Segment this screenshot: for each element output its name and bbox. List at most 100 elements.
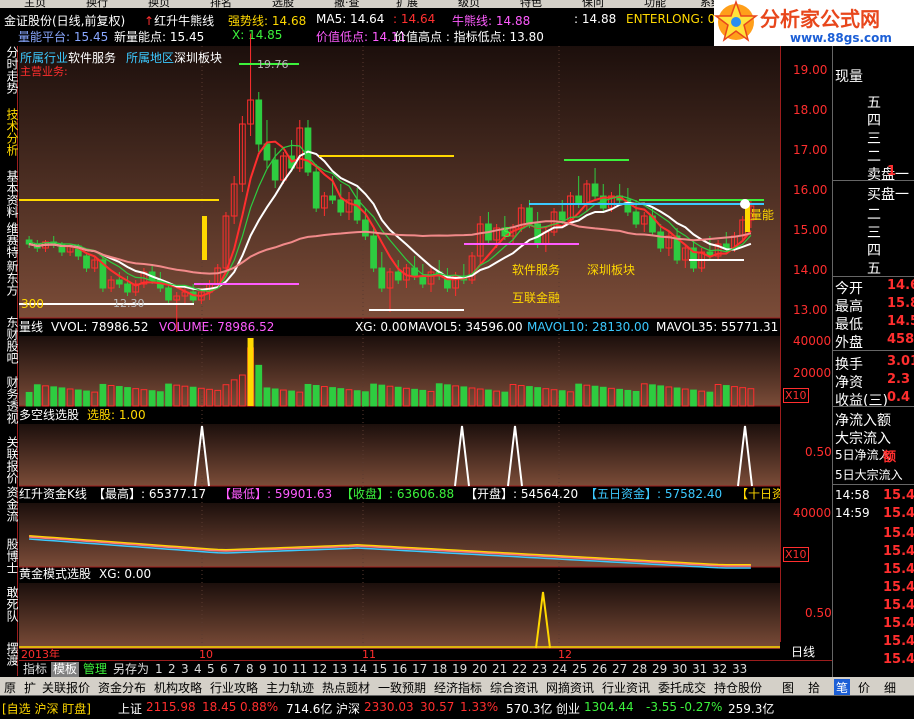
tab-number-13[interactable]: 13: [330, 662, 349, 677]
menu-item[interactable]: 选股: [272, 0, 294, 8]
main-business-tag[interactable]: 主营业务:: [20, 63, 68, 79]
link-18[interactable]: 笔: [834, 679, 851, 696]
nav-item-5[interactable]: 新东方: [0, 260, 19, 296]
menu-item[interactable]: 换行: [86, 0, 108, 8]
link-7[interactable]: 主力轨迹: [266, 679, 314, 696]
quote-label: 外盘: [835, 335, 863, 351]
volume-bar: [485, 389, 492, 407]
link-13[interactable]: 行业资讯: [602, 679, 650, 696]
link-6[interactable]: 行业攻略: [210, 679, 258, 696]
tab-number-2[interactable]: 2: [166, 662, 178, 677]
tab-indicator[interactable]: 指标: [21, 662, 49, 677]
tab-number-21[interactable]: 21: [490, 662, 509, 677]
tab-number-12[interactable]: 12: [310, 662, 329, 677]
volume-bar: [460, 386, 468, 407]
tab-number-8[interactable]: 8: [244, 662, 256, 677]
tab-number-17[interactable]: 17: [410, 662, 429, 677]
tab-save-as[interactable]: 另存为: [111, 662, 151, 677]
tab-number-18[interactable]: 18: [430, 662, 449, 677]
menu-item[interactable]: 保问: [582, 0, 604, 8]
nav-item-10[interactable]: 股博士: [0, 538, 19, 574]
menu-item[interactable]: 扩展: [396, 0, 418, 8]
menu-item[interactable]: 功能: [644, 0, 666, 8]
link-12[interactable]: 网摘资讯: [546, 679, 594, 696]
tab-number-3[interactable]: 3: [179, 662, 191, 677]
tab-number-24[interactable]: 24: [550, 662, 569, 677]
tab-number-11[interactable]: 11: [290, 662, 309, 677]
watchlist-tabs[interactable]: [自选 沪深 盯盘]: [2, 700, 91, 717]
menu-item[interactable]: 排名: [210, 0, 232, 8]
tab-number-9[interactable]: 9: [257, 662, 269, 677]
tab-template[interactable]: 模板: [51, 662, 80, 677]
link-17[interactable]: 拾: [808, 679, 820, 696]
menu-item[interactable]: 主页: [24, 0, 46, 8]
link-5[interactable]: 机构攻略: [154, 679, 202, 696]
link-3[interactable]: 关联报价: [42, 679, 90, 696]
tab-number-26[interactable]: 26: [590, 662, 609, 677]
quote-value: 14.5: [887, 314, 914, 329]
tab-number-30[interactable]: 30: [670, 662, 689, 677]
tab-number-23[interactable]: 23: [530, 662, 549, 677]
quote-value: 15.4: [883, 580, 914, 595]
sector-annotation-fintech: 互联金融: [512, 290, 560, 305]
cy-index-label: 创业: [556, 702, 581, 716]
fund-kline-panel[interactable]: [19, 503, 780, 567]
tab-number-31[interactable]: 31: [690, 662, 709, 677]
menu-item[interactable]: 特色: [520, 0, 542, 8]
quote-label: 二: [867, 149, 881, 165]
tab-number-14[interactable]: 14: [350, 662, 369, 677]
tab-number-32[interactable]: 32: [710, 662, 729, 677]
gold-mode-panel[interactable]: [19, 583, 780, 649]
menu-item[interactable]: 换页: [148, 0, 170, 8]
tab-number-20[interactable]: 20: [470, 662, 489, 677]
tab-number-10[interactable]: 10: [270, 662, 289, 677]
region-tag[interactable]: 所属地区深圳板块: [126, 49, 222, 66]
tab-number-28[interactable]: 28: [630, 662, 649, 677]
link-4[interactable]: 资金分布: [98, 679, 146, 696]
menu-item[interactable]: 级页: [458, 0, 480, 8]
chart-area[interactable]: 19.76 12.30 300 软件服务 深圳板块 互联金融 量能 S 量线 VVOL: 7898…: [19, 8, 784, 661]
candle-body: [394, 271, 402, 281]
tab-number-4[interactable]: 4: [192, 662, 204, 677]
tab-number-6[interactable]: 6: [218, 662, 230, 677]
nav-item-3[interactable]: 基本资料: [0, 170, 19, 218]
tab-number-5[interactable]: 5: [205, 662, 217, 677]
selection-panel[interactable]: [19, 424, 780, 486]
tab-number-33[interactable]: 33: [730, 662, 749, 677]
link-2[interactable]: 扩: [24, 679, 36, 696]
link-14[interactable]: 委托成交: [658, 679, 706, 696]
tab-number-19[interactable]: 19: [450, 662, 469, 677]
nav-item-6[interactable]: 东财股吧: [0, 316, 19, 364]
nav-item-12[interactable]: 摆渡: [0, 642, 19, 666]
tab-number-22[interactable]: 22: [510, 662, 529, 677]
quote-divider: [833, 276, 914, 277]
nav-item-11[interactable]: 敢死队: [0, 586, 19, 622]
link-11[interactable]: 综合资讯: [490, 679, 538, 696]
tab-number-27[interactable]: 27: [610, 662, 629, 677]
link-8[interactable]: 热点题材: [322, 679, 370, 696]
link-15[interactable]: 持仓股份: [714, 679, 762, 696]
nav-item-2[interactable]: 技术分析: [0, 108, 19, 156]
tab-number-16[interactable]: 16: [390, 662, 409, 677]
period-label[interactable]: 日线: [791, 643, 815, 660]
link-20[interactable]: 细: [884, 679, 896, 696]
nav-item-8[interactable]: 关联报价: [0, 436, 19, 484]
menu-item[interactable]: 撤·查: [334, 0, 360, 8]
nav-item-9[interactable]: 资金流: [0, 486, 19, 522]
tab-manage[interactable]: 管理: [81, 662, 109, 677]
link-10[interactable]: 经济指标: [434, 679, 482, 696]
tab-number-1[interactable]: 1: [153, 662, 165, 677]
link-9[interactable]: 一致预期: [378, 679, 426, 696]
link-16[interactable]: 图: [782, 679, 794, 696]
nav-item-7[interactable]: 财务透视: [0, 376, 19, 424]
tab-number-29[interactable]: 29: [650, 662, 669, 677]
nav-item-1[interactable]: 分时走势: [0, 46, 19, 94]
nav-item-4[interactable]: 维赛特: [0, 222, 19, 258]
link-1[interactable]: 原: [4, 679, 16, 696]
tab-number-25[interactable]: 25: [570, 662, 589, 677]
tab-number-7[interactable]: 7: [231, 662, 243, 677]
tab-number-15[interactable]: 15: [370, 662, 389, 677]
gold-tick: 0.50: [805, 606, 832, 620]
link-19[interactable]: 价: [858, 679, 870, 696]
candle-body: [378, 267, 386, 289]
